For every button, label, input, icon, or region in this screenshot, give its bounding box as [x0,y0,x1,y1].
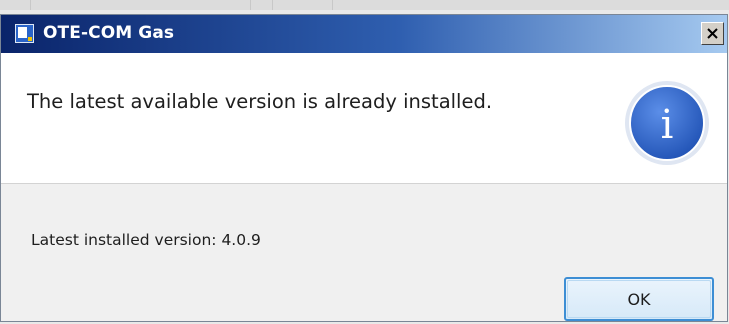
background-window-strip [0,0,729,10]
svg-text:i: i [661,102,674,148]
ok-button-label: OK [627,289,651,309]
message-area [1,53,727,183]
dialog-message: The latest available version is already … [27,90,493,113]
dialog-title-bar[interactable]: OTE-COM Gas [1,15,727,53]
dialog-title: OTE-COM Gas [43,23,175,43]
ok-button[interactable]: OK [564,277,714,321]
application-window-icon[interactable] [15,24,34,43]
close-icon [707,28,718,39]
installed-version-label: Latest installed version: 4.0.9 [31,231,261,249]
info-icon: i [625,81,709,165]
close-button[interactable] [701,22,724,45]
message-dialog: OTE-COM Gas The latest available version… [0,14,728,322]
